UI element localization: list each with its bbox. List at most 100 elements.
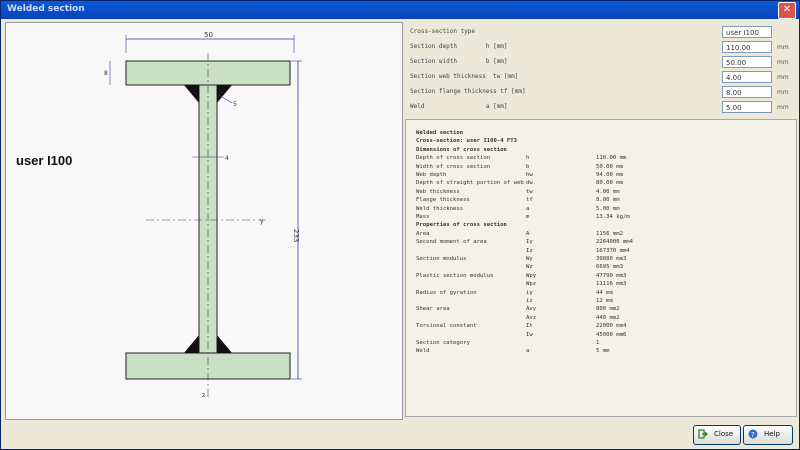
close-button[interactable]: Close [693,425,741,445]
help-button[interactable]: ? Help [743,425,793,445]
result-c1: Section category [416,340,470,346]
y-axis-label: y [260,218,264,225]
svg-text:?: ? [751,431,755,439]
result-c2: iz [526,298,533,304]
result-c4: 45000 mm6 [596,331,627,338]
close-window-button[interactable]: ✕ [778,2,796,19]
prop-label: Section web thickness tw [mm] [410,73,519,80]
prop-label: Section width b [mm] [410,58,508,65]
result-c1: Welded section [416,130,464,136]
window-title: Welded section [7,4,85,14]
result-c1: Section modulus [416,256,467,262]
weld-bottom-left [184,335,199,353]
result-c2: m [526,214,530,220]
result-c1: Web thickness [416,188,460,195]
result-c1: Radius of gyration [416,289,477,296]
result-c4: 440 mm2 [596,314,620,321]
prop-label: Weld a [mm] [410,103,508,110]
close-button-label: Close [714,430,734,438]
result-c4: 800 mm2 [596,306,620,313]
result-c1: Weld [416,348,430,355]
type-input[interactable]: user I100 [722,26,772,38]
result-c4: 44 mm [596,289,613,296]
result-c2: A [526,230,530,237]
result-c2: tf [526,197,533,204]
title-bar[interactable]: Welded section ✕ [1,1,799,19]
section-drawing-panel: 50 233 8 5 4 y z user I100 [5,22,403,420]
result-c4: 5.00 mm [596,205,620,212]
result-c2: Wpy [526,272,537,279]
result-c4: 5 mm [596,348,610,355]
result-c4: 4.00 mm [596,188,620,195]
result-c2: Iy [526,239,533,246]
right-dimension-text: 233 [292,229,300,242]
top-dimension-text: 50 [204,31,213,39]
property-inputs: Cross-section type user I100 Section dep… [404,22,797,118]
result-c1: Web depth [416,172,447,178]
result-c1: Weld thickness [416,205,464,212]
weld-leader [218,94,233,104]
weld-input[interactable]: 5.00 [722,101,772,113]
result-c1: Shear area [416,306,450,313]
result-c1: Width of cross section [416,163,491,170]
help-button-label: Help [764,430,780,438]
flange-dimension-text: 8 [104,70,108,77]
result-c4: 13.34 kg/m [596,214,630,220]
result-c2: Wz [526,264,533,271]
prop-row-weld: Weld a [mm] 5.00 mm [404,101,797,115]
prop-row-depth: Section depth h [mm] 110.00 mm [404,41,797,55]
result-c2: h [526,155,530,162]
result-c4: 94.00 mm [596,172,623,178]
z-axis-label: z [202,392,205,399]
weld-bottom-right [217,335,232,353]
result-c1: Area [416,230,430,237]
result-c4: 8.00 mm [596,197,620,204]
result-c4: 12 mm [596,298,613,304]
prop-row-width: Section width b [mm] 50.00 mm [404,56,797,70]
result-c2: It [526,323,533,330]
web-thickness-input[interactable]: 4.00 [722,71,772,83]
result-c4: 39880 mm3 [596,256,627,262]
prop-unit: mm [777,89,789,96]
result-c4: 1156 mm2 [596,230,623,237]
result-c1: Dimensions of cross section [416,146,507,153]
result-c1: Cross-section: user I100-4 FT3 [416,138,518,145]
result-c1: Second moment of area [416,239,487,246]
result-c4: 6695 mm3 [596,264,623,271]
result-c2: a [526,348,530,355]
result-c2: Iz [526,247,533,254]
prop-unit: mm [777,74,789,81]
weld-top-left [184,85,199,103]
section-label: user I100 [16,153,73,168]
result-c1: Flange thickness [416,197,470,204]
prop-label: Section flange thickness tf [mm] [410,88,526,95]
prop-label: Section depth h [mm] [410,43,508,50]
result-c2: hw [526,172,533,178]
result-c4: 2264000 mm4 [596,239,634,246]
result-c1: Torsional constant [416,323,477,330]
exit-icon [698,429,708,439]
result-c2: Wpz [526,281,537,288]
result-c2: Wy [526,256,533,262]
result-c1: Depth of straight portion of web [416,180,524,187]
result-c2: dw [526,180,533,187]
result-c2: Avz [526,314,537,321]
result-c2: Avy [526,306,537,313]
result-c4: 1 [596,340,600,346]
help-icon: ? [748,429,758,439]
result-c1: Mass [416,214,430,220]
prop-row-flange: Section flange thickness tf [mm] 8.00 mm [404,86,797,100]
result-c4: 11116 mm3 [596,281,627,288]
result-c2: tw [526,188,533,195]
result-c4: 167370 mm4 [596,247,630,254]
result-c2: iy [526,289,533,296]
result-c2: b [526,163,530,170]
result-c4: 22000 mm4 [596,323,627,330]
results-panel[interactable]: Welded section Cross-section: user I100-4… [405,119,797,417]
width-input[interactable]: 50.00 [722,56,772,68]
result-c2: Iw [526,331,533,338]
depth-input[interactable]: 110.00 [722,41,772,53]
web-dimension-text: 4 [225,155,229,162]
flange-thickness-input[interactable]: 8.00 [722,86,772,98]
result-c4: 110.00 mm [596,155,627,162]
